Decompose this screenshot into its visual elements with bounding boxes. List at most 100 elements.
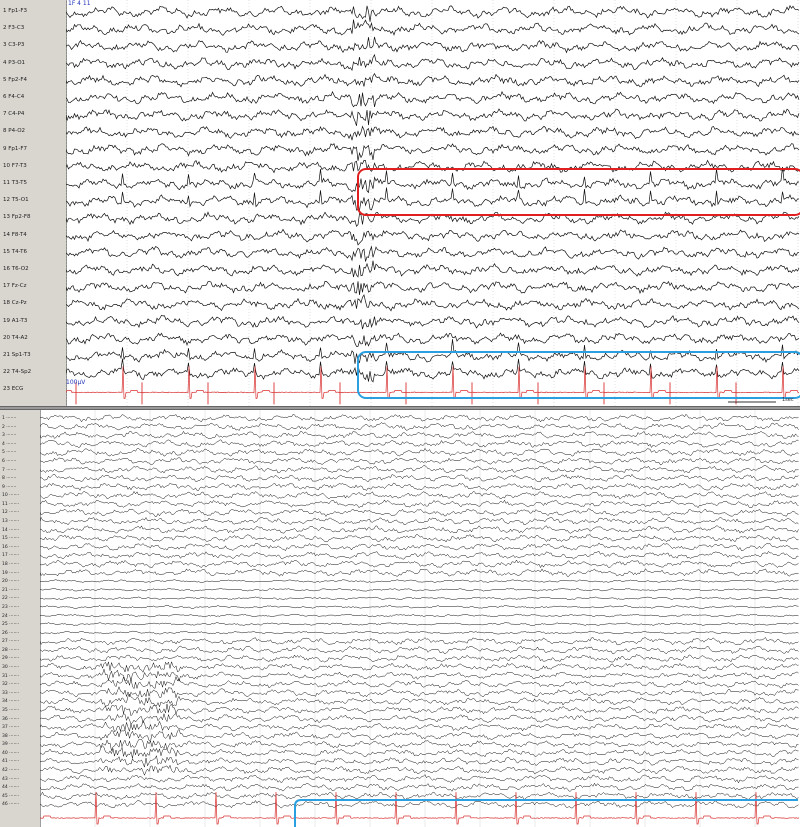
channel-label[interactable]: 29 ······· <box>2 655 19 662</box>
seeg-trace <box>40 596 799 601</box>
seeg-trace <box>40 516 799 526</box>
seeg-trace <box>40 499 799 509</box>
seeg-trace <box>40 605 799 609</box>
eeg-trace <box>66 159 800 174</box>
channel-label[interactable]: 11 T3-T5 <box>3 180 27 187</box>
channel-label[interactable]: 28 ······· <box>2 647 19 654</box>
channel-label[interactable]: 32 ······· <box>2 681 19 688</box>
channel-label[interactable]: 20 T4-A2 <box>3 335 28 342</box>
seeg-trace <box>40 622 799 626</box>
channel-label[interactable]: 1 Fp1-F3 <box>3 8 27 15</box>
channel-label[interactable]: 37 ······· <box>2 724 19 731</box>
channel-label[interactable]: 23 ECG <box>3 386 23 393</box>
channel-label[interactable]: 18 ······· <box>2 561 19 568</box>
seeg-trace <box>40 774 799 784</box>
channel-label[interactable]: 42 ······· <box>2 767 19 774</box>
blue-highlight-box-bottom <box>294 799 798 827</box>
sensitivity-label: 100µV <box>66 379 86 386</box>
channel-label[interactable]: 7 ······· <box>2 467 16 474</box>
channel-label[interactable]: 34 ······· <box>2 698 19 705</box>
channel-label[interactable]: 26 ······· <box>2 630 19 637</box>
seeg-trace <box>40 613 799 618</box>
channel-label[interactable]: 12 ······· <box>2 509 19 516</box>
seeg-trace <box>40 482 799 491</box>
channel-label[interactable]: 18 Cz-Pz <box>3 300 27 307</box>
bottom-eeg-panel: 1 ······· 2 ······· 3 ······· 4 ······· 5 ··… <box>0 410 800 827</box>
eeg-trace <box>66 294 800 312</box>
eeg-trace <box>66 108 800 126</box>
channel-label[interactable]: 10 F7-T3 <box>3 163 27 170</box>
seeg-trace <box>40 745 799 759</box>
channel-label[interactable]: 30 ······· <box>2 664 19 671</box>
eeg-trace <box>66 167 800 194</box>
seeg-trace <box>40 490 799 500</box>
seeg-trace <box>40 645 799 655</box>
seeg-trace <box>40 447 799 457</box>
channel-label[interactable]: 21 Sp1-T3 <box>3 352 31 359</box>
channel-label[interactable]: 35 ······· <box>2 707 19 714</box>
seeg-trace <box>40 654 799 663</box>
channel-label[interactable]: 6 ······· <box>2 458 16 465</box>
seeg-trace <box>40 456 799 466</box>
channel-label[interactable]: 15 T4-T6 <box>3 249 27 256</box>
channel-label[interactable]: 19 ······· <box>2 570 19 577</box>
channel-label[interactable]: 13 ······· <box>2 518 19 525</box>
channel-label[interactable]: 14 F8-T4 <box>3 232 27 239</box>
channel-label[interactable]: 9 ······· <box>2 484 16 491</box>
channel-label[interactable]: 3 C3-P3 <box>3 42 24 49</box>
channel-label[interactable]: 4 P3-O1 <box>3 60 25 67</box>
channel-label[interactable]: 25 ······· <box>2 621 19 628</box>
channel-label[interactable]: 41 ······· <box>2 758 19 765</box>
channel-label[interactable]: 36 ······· <box>2 716 19 723</box>
channel-label[interactable]: 19 A1-T3 <box>3 318 27 325</box>
channel-label[interactable]: 24 ······· <box>2 613 19 620</box>
channel-label[interactable]: 17 Fz-Cz <box>3 283 27 290</box>
channel-label[interactable]: 23 ······· <box>2 604 19 611</box>
channel-label[interactable]: 14 ······· <box>2 527 19 534</box>
channel-label[interactable]: 3 ······· <box>2 432 16 439</box>
channel-label[interactable]: 5 Fp2-F4 <box>3 77 27 84</box>
channel-label[interactable]: 1 ······· <box>2 415 16 422</box>
seeg-trace <box>40 568 799 577</box>
channel-label[interactable]: 13 Fp2-F8 <box>3 214 31 221</box>
channel-label[interactable]: 10 ······· <box>2 492 19 499</box>
channel-label[interactable]: 7 C4-P4 <box>3 111 24 118</box>
channel-label[interactable]: 5 ······· <box>2 449 16 456</box>
channel-label[interactable]: 11 ······· <box>2 501 19 508</box>
eeg-trace <box>66 4 800 22</box>
seeg-trace <box>40 579 799 583</box>
channel-label[interactable]: 6 F4-C4 <box>3 94 24 101</box>
seeg-trace <box>40 764 799 776</box>
blue-highlight-box <box>357 351 800 399</box>
channel-label[interactable]: 12 T5-O1 <box>3 197 29 204</box>
eeg-trace <box>66 280 800 295</box>
channel-label[interactable]: 8 ······· <box>2 475 16 482</box>
channel-label[interactable]: 4 ······· <box>2 441 16 448</box>
channel-label[interactable]: 39 ······· <box>2 741 19 748</box>
seeg-trace <box>40 422 799 432</box>
channel-label[interactable]: 2 ······· <box>2 424 16 431</box>
eeg-trace <box>66 19 800 36</box>
channel-label[interactable]: 16 T6-O2 <box>3 266 29 273</box>
channel-label[interactable]: 9 Fp1-F7 <box>3 146 27 153</box>
eeg-trace <box>66 143 800 161</box>
channel-label[interactable]: 40 ······· <box>2 750 19 757</box>
channel-label[interactable]: 33 ······· <box>2 690 19 697</box>
channel-label[interactable]: 27 ······· <box>2 638 19 645</box>
channel-label[interactable]: 45 ······· <box>2 793 19 800</box>
channel-label[interactable]: 22 T4-Sp2 <box>3 369 31 376</box>
channel-label[interactable]: 15 ······· <box>2 535 19 542</box>
channel-label[interactable]: 8 P4-O2 <box>3 128 25 135</box>
channel-label[interactable]: 38 ······· <box>2 733 19 740</box>
channel-label[interactable]: 2 F3-C3 <box>3 25 24 32</box>
channel-label[interactable]: 21 ······· <box>2 587 19 594</box>
channel-label[interactable]: 20 ······· <box>2 578 19 585</box>
seeg-trace <box>40 430 799 440</box>
channel-label[interactable]: 22 ······· <box>2 595 19 602</box>
channel-label[interactable]: 44 ······· <box>2 784 19 791</box>
channel-label[interactable]: 31 ······· <box>2 673 19 680</box>
channel-label[interactable]: 46 ······· <box>2 801 19 808</box>
channel-label[interactable]: 17 ······· <box>2 552 19 559</box>
channel-label[interactable]: 43 ······· <box>2 776 19 783</box>
channel-label[interactable]: 16 ······· <box>2 544 19 551</box>
